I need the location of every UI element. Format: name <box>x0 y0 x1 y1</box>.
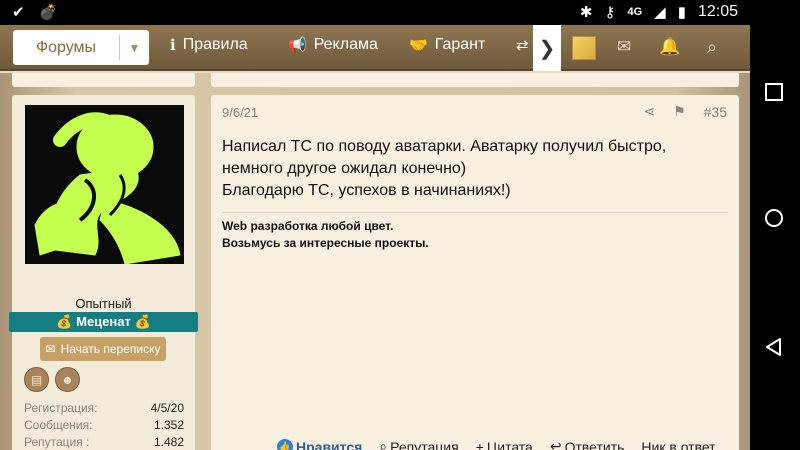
nick-reply-button[interactable]: Ник в ответ <box>641 438 715 450</box>
system-navigation-bar <box>750 0 800 450</box>
bell-icon[interactable]: 🔔 <box>659 37 680 57</box>
user-title-badge: 💰 Меценат 💰 <box>9 312 198 332</box>
plus-icon: + <box>475 438 484 450</box>
signal-icon: ◢ <box>654 4 666 21</box>
chevron-right-icon: ❯ <box>538 37 556 60</box>
bomb-icon: 💣 <box>38 4 58 21</box>
person-trophy-icon[interactable]: ☻ <box>55 367 80 392</box>
stat-value: 1.352 <box>153 418 184 432</box>
post-actions: 👍 Нравится ⌕ Репутация + Цитата ↩ Ответи… <box>277 438 716 450</box>
nav-item-exchange[interactable]: ⇄ <box>516 36 529 54</box>
post-date[interactable]: 9/6/21 <box>222 105 258 120</box>
nav-item-label: Реклама <box>313 36 378 53</box>
back-icon[interactable] <box>763 336 785 358</box>
chevron-down-icon[interactable]: ▼ <box>120 41 149 55</box>
info-icon: ℹ <box>170 37 176 54</box>
network-type: 4G <box>627 6 643 18</box>
forums-dropdown[interactable]: Форумы ▼ <box>13 30 149 65</box>
clock: 12:05 <box>697 3 738 20</box>
forum-post: 9/6/21 ⋖ ⚑ #35 Написал ТС по поводу ават… <box>211 95 739 450</box>
newspaper-trophy-icon[interactable]: ▤ <box>24 367 49 392</box>
nav-item-label: Правила <box>182 36 248 53</box>
signature-line: Возьмусь за интересные проекты. <box>222 236 429 250</box>
start-conversation-label: Начать переписку <box>60 342 161 356</box>
forums-label: Форумы <box>35 38 97 56</box>
browser-screen: ✔ 💣 ✱ ⚷ 4G ◢ ▮ 12:05 Форумы ▼ ℹ Правила … <box>0 0 750 450</box>
reply-label: Ответить <box>564 438 625 450</box>
post-author-panel: Опытный 💰 Меценат 💰 ✉ Начать переписку ▤… <box>9 95 198 450</box>
post-text-line: немного другое ожидал конечно) <box>222 160 467 177</box>
check-icon: ✔ <box>12 4 25 21</box>
stat-key: Сообщения: <box>24 418 93 432</box>
stat-messages: Сообщения: 1.352 <box>24 418 184 435</box>
nav-item-label: Гарант <box>434 36 486 53</box>
page-content: Опытный 💰 Меценат 💰 ✉ Начать переписку ▤… <box>0 73 750 450</box>
nav-scroll-right-button[interactable]: ❯ <box>533 25 561 71</box>
quote-label: Цитата <box>486 438 533 450</box>
like-label: Нравится <box>296 438 363 450</box>
nav-item-guarantor[interactable]: 🤝 Гарант <box>409 36 485 54</box>
reputation-button[interactable]: ⌕ Репутация <box>379 438 458 450</box>
key-icon: ⚷ <box>604 4 616 21</box>
handshake-icon: 🤝 <box>409 37 428 54</box>
reputation-label: Репутация <box>390 438 459 450</box>
search-icon[interactable]: ⌕ <box>707 37 717 58</box>
signature-line: Web разработка любой цвет. <box>222 219 394 233</box>
user-rank: Опытный <box>75 296 132 311</box>
post-number[interactable]: #35 <box>704 104 727 120</box>
post-tools: ⋖ ⚑ #35 <box>643 103 727 120</box>
bookmark-icon[interactable]: ⚑ <box>673 103 686 120</box>
stat-key: Репутация : <box>24 435 90 449</box>
search-icon: ⌕ <box>379 438 388 450</box>
nav-item-rules[interactable]: ℹ Правила <box>170 36 248 54</box>
quote-button[interactable]: + Цитата <box>476 438 533 450</box>
recent-apps-icon[interactable] <box>763 81 785 103</box>
like-button[interactable]: 👍 Нравится <box>277 438 362 450</box>
post-text-line: Благодарю ТС, успехов в начинаниях!) <box>222 182 511 199</box>
user-stats: Регистрация: 4/5/20 Сообщения: 1.352 Реп… <box>24 401 184 450</box>
post-signature: Web разработка любой цвет. Возьмусь за и… <box>222 218 429 252</box>
previous-post-strip <box>211 73 739 87</box>
exchange-icon: ⇄ <box>516 37 529 54</box>
signature-divider <box>222 212 728 213</box>
stat-value: 1.482 <box>153 435 184 449</box>
stat-key: Регистрация: <box>24 401 98 415</box>
start-conversation-button[interactable]: ✉ Начать переписку <box>40 337 166 361</box>
previous-post-user-strip <box>12 73 195 87</box>
user-avatar-thumb[interactable] <box>572 36 596 60</box>
avatar-scribble <box>34 112 181 264</box>
status-bar: ✔ 💣 ✱ ⚷ 4G ◢ ▮ 12:05 <box>0 0 750 25</box>
megaphone-icon: 📢 <box>288 37 307 54</box>
thumbs-up-icon: 👍 <box>277 438 293 450</box>
post-text-line: Написал ТС по поводу аватарки. Аватарку … <box>222 138 667 155</box>
home-icon[interactable] <box>763 207 785 229</box>
reply-button[interactable]: ↩ Ответить <box>550 438 625 450</box>
nick-reply-label: Ник в ответ <box>641 438 716 450</box>
envelope-icon: ✉ <box>45 342 56 356</box>
stat-registration: Регистрация: 4/5/20 <box>24 401 184 418</box>
share-icon[interactable]: ⋖ <box>643 103 655 120</box>
post-body: Написал ТС по поводу аватарки. Аватарку … <box>222 136 722 202</box>
battery-icon: ▮ <box>677 4 686 21</box>
envelope-icon[interactable]: ✉ <box>617 37 631 57</box>
nav-item-ads[interactable]: 📢 Реклама <box>288 36 378 54</box>
user-trophies: ▤ ☻ <box>24 367 80 392</box>
avatar[interactable] <box>25 105 184 264</box>
stat-value: 4/5/20 <box>150 401 184 415</box>
stat-reputation: Репутация : 1.482 <box>24 435 184 450</box>
reply-icon: ↩ <box>549 438 562 450</box>
bluetooth-icon: ✱ <box>579 4 593 21</box>
forum-navbar: Форумы ▼ ℹ Правила 📢 Реклама 🤝 Гарант ⇄ … <box>0 25 750 71</box>
